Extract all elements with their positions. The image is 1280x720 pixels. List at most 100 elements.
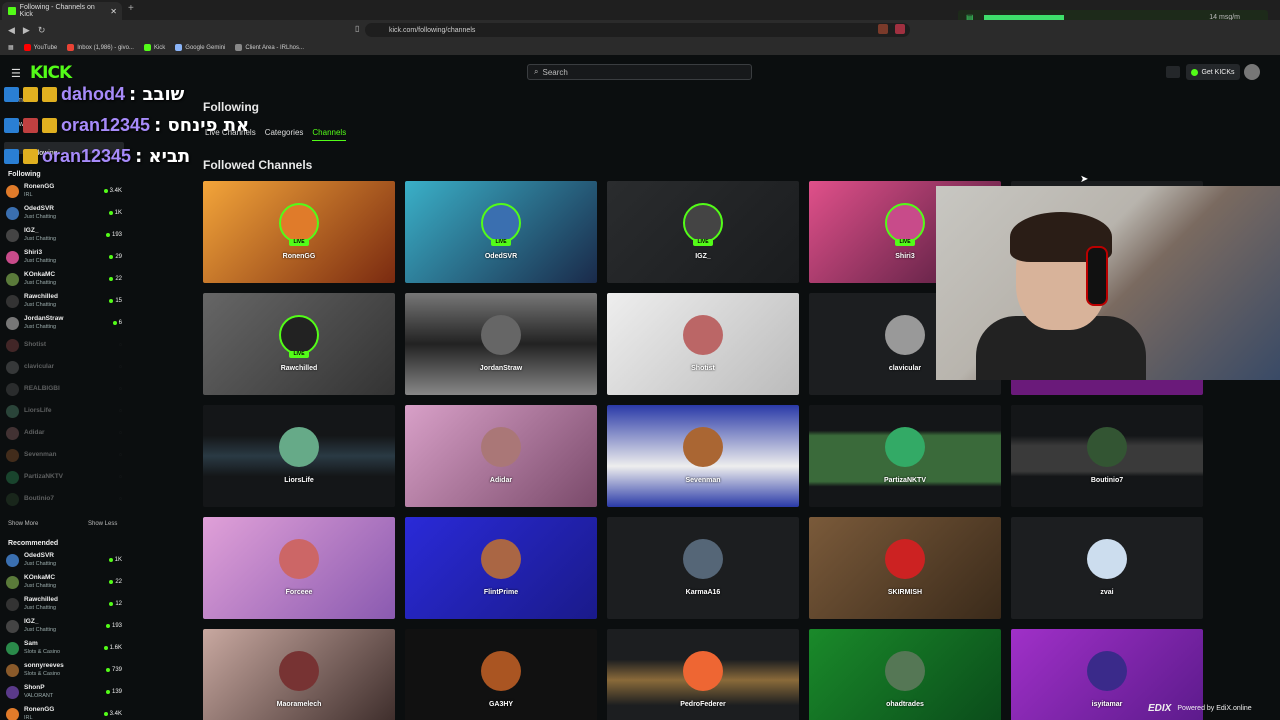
channel-card[interactable]: KarmaA16: [607, 517, 799, 619]
channel-card[interactable]: Forceee: [203, 517, 395, 619]
bookmark-item[interactable]: Kick: [143, 44, 165, 51]
tab-live-channels[interactable]: Live Channels: [205, 128, 256, 141]
kick-logo[interactable]: KICK: [30, 63, 72, 83]
get-kicks-button[interactable]: Get KICKs: [1186, 64, 1240, 80]
channel-card[interactable]: Maoramelech: [203, 629, 395, 720]
channel-card[interactable]: JordanStraw: [405, 293, 597, 395]
forward-icon[interactable]: ▶: [23, 25, 30, 36]
channel-card[interactable]: PedroFederer: [607, 629, 799, 720]
sidebar-following-item[interactable]: IGZ_ Just Chatting 193: [6, 225, 122, 245]
chat-badge-icon: [23, 118, 38, 133]
channel-text: Shiri3 Just Chatting: [24, 249, 109, 265]
sidebar-recommended-item[interactable]: Rawchilled Just Chatting 12: [6, 594, 122, 614]
sidebar-following-item[interactable]: JordanStraw Just Chatting 6: [6, 313, 122, 333]
browser-tab[interactable]: Following - Channels on Kick ✕: [2, 2, 122, 20]
channel-card[interactable]: FlintPrime: [405, 517, 597, 619]
channel-card[interactable]: LiorsLife: [203, 405, 395, 507]
show-more-link[interactable]: Show More: [8, 521, 38, 527]
apps-icon[interactable]: ▦: [8, 44, 14, 51]
url-field[interactable]: kick.com/following/channels: [365, 23, 910, 37]
channel-card[interactable]: Adidar: [405, 405, 597, 507]
channel-card[interactable]: LIVE RonenGG: [203, 181, 395, 283]
channel-name: Sevenman: [685, 477, 721, 484]
channel-category: Just Chatting: [24, 324, 57, 330]
channel-card[interactable]: PartizaNKTV: [809, 405, 1001, 507]
tab-channels[interactable]: Channels: [312, 128, 347, 141]
sidebar-recommended-item[interactable]: IGZ_ Just Chatting 193: [6, 616, 122, 636]
channel-avatar: [481, 427, 521, 467]
new-tab-icon[interactable]: +: [128, 3, 134, 14]
channel-avatar: [6, 470, 19, 484]
viewer-count: 139: [105, 689, 122, 695]
sidebar-following-item[interactable]: Adidar ◌: [6, 423, 122, 443]
sidebar-following-item[interactable]: LiorsLife ◌: [6, 401, 122, 421]
sidebar-recommended-item[interactable]: sonnyreeves Slots & Casino 739: [6, 660, 122, 680]
layout-icon[interactable]: [1166, 66, 1180, 78]
search-input[interactable]: ⌕ Search: [527, 64, 752, 80]
viewer-count: 1K: [108, 557, 122, 563]
tab-categories[interactable]: Categories: [265, 128, 304, 141]
kicks-coin-icon: [1191, 68, 1199, 76]
viewer-count: 22: [109, 276, 122, 282]
channel-name: Sam: [24, 640, 38, 647]
extension-icon[interactable]: [895, 24, 905, 34]
bookmark-item[interactable]: Client Area - IRLhos...: [235, 44, 304, 51]
chat-username: dahod4: [61, 84, 126, 104]
channel-card[interactable]: Shotist: [607, 293, 799, 395]
sidebar: Home Browse Following Following RonenGGI…: [0, 91, 126, 720]
sidebar-following-item[interactable]: PartizaNKTV ◌: [6, 467, 122, 487]
channel-name: Adidar: [24, 429, 45, 436]
channel-card[interactable]: SKIRMISH: [809, 517, 1001, 619]
channel-card[interactable]: zvai: [1011, 517, 1203, 619]
sidebar-following-item[interactable]: RonenGG IRL 3.4K: [6, 181, 122, 201]
chat-badge-icon: [4, 87, 19, 102]
sidebar-recommended-item[interactable]: RonenGG IRL 3.4K: [6, 704, 122, 720]
sidebar-recommended-item[interactable]: ShonP VALORANT 139: [6, 682, 122, 702]
user-avatar[interactable]: [1244, 64, 1260, 80]
channel-card[interactable]: Sevenman: [607, 405, 799, 507]
sidebar-recommended-item[interactable]: OdedSVR Just Chatting 1K: [6, 550, 122, 570]
channel-text: LiorsLife: [24, 407, 119, 415]
bookmark-item[interactable]: Inbox (1,986) - givo...: [67, 44, 134, 51]
menu-icon[interactable]: ☰: [11, 67, 21, 80]
channel-card[interactable]: ohadtrades: [809, 629, 1001, 720]
sidebar-following-item[interactable]: Sevenman ◌: [6, 445, 122, 465]
channel-category: Slots & Casino: [24, 649, 61, 655]
chat-message: oran12345: תביא: [4, 146, 190, 167]
channel-card[interactable]: LIVE IGZ_: [607, 181, 799, 283]
sidebar-following-item[interactable]: REALBIGBI ◌: [6, 379, 122, 399]
channel-card[interactable]: LIVE Rawchilled: [203, 293, 395, 395]
bookmark-item[interactable]: YouTube: [23, 44, 57, 51]
viewer-count: 193: [105, 232, 122, 238]
channel-name: OdedSVR: [484, 253, 518, 260]
channel-text: Sevenman: [24, 451, 119, 459]
sidebar-recommended-item[interactable]: Sam Slots & Casino 1.6K: [6, 638, 122, 658]
channel-card[interactable]: Boutinio7: [1011, 405, 1203, 507]
offline-icon: ◌: [119, 342, 122, 348]
bookmark-icon[interactable]: ▯: [355, 24, 359, 33]
channel-avatar: [6, 184, 19, 198]
extension-icon[interactable]: [878, 24, 888, 34]
back-icon[interactable]: ◀: [8, 25, 15, 36]
sidebar-following-item[interactable]: clavicular ◌: [6, 357, 122, 377]
channel-category: Just Chatting: [24, 627, 57, 633]
sidebar-following-item[interactable]: Boutinio7 ◌: [6, 489, 122, 509]
bookmark-item[interactable]: Google Gemini: [175, 44, 225, 51]
reload-icon[interactable]: ↻: [38, 25, 46, 36]
sidebar-following-item[interactable]: Shiri3 Just Chatting 29: [6, 247, 122, 267]
channel-text: RonenGG IRL: [24, 706, 104, 720]
channel-card[interactable]: GA3HY: [405, 629, 597, 720]
sidebar-following-item[interactable]: KOnkaMC Just Chatting 22: [6, 269, 122, 289]
sidebar-recommended-item[interactable]: KOnkaMC Just Chatting 22: [6, 572, 122, 592]
channel-name: Sevenman: [24, 451, 57, 458]
tab-title: Following - Channels on Kick: [19, 4, 95, 18]
sidebar-following-item[interactable]: OdedSVR Just Chatting 1K: [6, 203, 122, 223]
sidebar-following-item[interactable]: Rawchilled Just Chatting 15: [6, 291, 122, 311]
live-dot-icon: [109, 277, 114, 281]
show-less-link[interactable]: Show Less: [88, 521, 117, 527]
channel-category: Slots & Casino: [24, 671, 61, 677]
close-tab-icon[interactable]: ✕: [110, 7, 117, 16]
sidebar-following-item[interactable]: Shotist ◌: [6, 335, 122, 355]
chat-username: oran12345: [42, 146, 132, 166]
channel-card[interactable]: LIVE OdedSVR: [405, 181, 597, 283]
